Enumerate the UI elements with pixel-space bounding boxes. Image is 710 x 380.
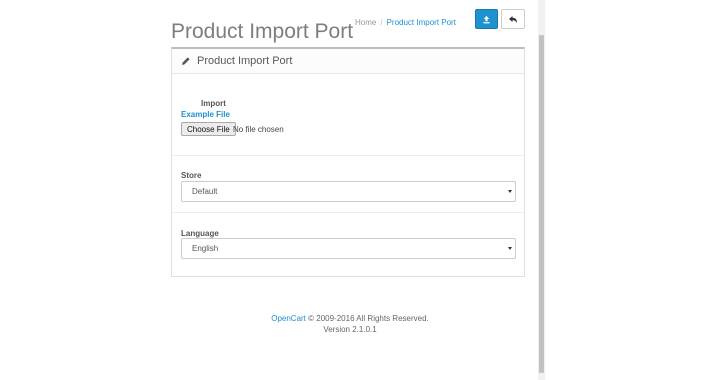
page-title: Product Import Port	[171, 20, 354, 44]
store-select[interactable]: Default	[181, 181, 516, 202]
file-status: No file chosen	[233, 125, 284, 134]
divider	[172, 212, 524, 213]
reply-icon	[509, 15, 517, 23]
upload-icon	[483, 15, 490, 23]
footer-copyright: OpenCart © 2009-2016 All Rights Reserved…	[0, 314, 700, 323]
import-label: Import	[201, 99, 226, 108]
language-label: Language	[181, 229, 219, 238]
store-label: Store	[181, 171, 202, 180]
caret-down-icon	[508, 247, 512, 250]
breadcrumb-separator: /	[380, 18, 383, 27]
upload-button[interactable]	[475, 9, 498, 29]
copyright-text: © 2009-2016 All Rights Reserved.	[308, 314, 429, 323]
store-selected-value: Default	[192, 187, 218, 196]
language-selected-value: English	[192, 244, 219, 253]
opencart-link[interactable]: OpenCart	[271, 314, 306, 323]
pencil-icon	[182, 57, 190, 65]
example-file-link[interactable]: Example File	[181, 110, 230, 119]
language-select[interactable]: English	[181, 238, 516, 259]
import-panel: Product Import Port Import Example File …	[171, 47, 525, 277]
choose-file-button[interactable]: Choose File	[181, 122, 236, 136]
breadcrumb-current[interactable]: Product Import Port	[387, 18, 456, 27]
footer-version: Version 2.1.0.1	[323, 325, 377, 334]
panel-heading: Product Import Port	[172, 49, 524, 74]
breadcrumb-home[interactable]: Home	[355, 18, 376, 27]
back-button[interactable]	[501, 9, 525, 29]
scrollbar-thumb[interactable]	[539, 35, 544, 373]
panel-title: Product Import Port	[197, 55, 293, 67]
breadcrumb: Home / Product Import Port	[355, 18, 456, 27]
divider	[172, 155, 524, 156]
caret-down-icon	[508, 190, 512, 193]
